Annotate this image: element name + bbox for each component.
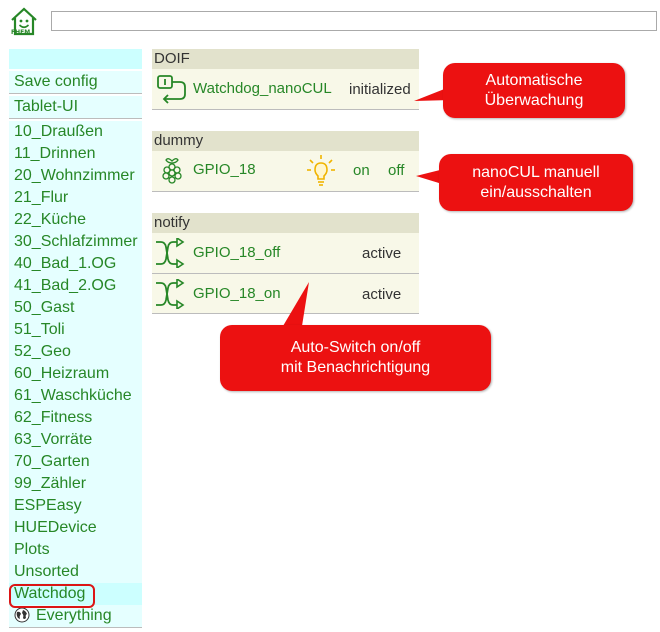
callout-line: ein/ausschalten (480, 184, 592, 201)
callout-autoswitch: Auto-Switch on/off mit Benachrichtigung (220, 325, 491, 391)
callout-line: nanoCUL manuell (472, 164, 600, 181)
callout-line: Auto-Switch on/off (290, 339, 421, 356)
callout-line: mit Benachrichtigung (280, 359, 431, 376)
callout-line: Überwachung (484, 92, 584, 109)
callout-manual: nanoCUL manuell ein/ausschalten (439, 154, 633, 211)
callout-line: Automatische (485, 72, 583, 89)
callout-watchdog: Automatische Überwachung (443, 63, 625, 118)
